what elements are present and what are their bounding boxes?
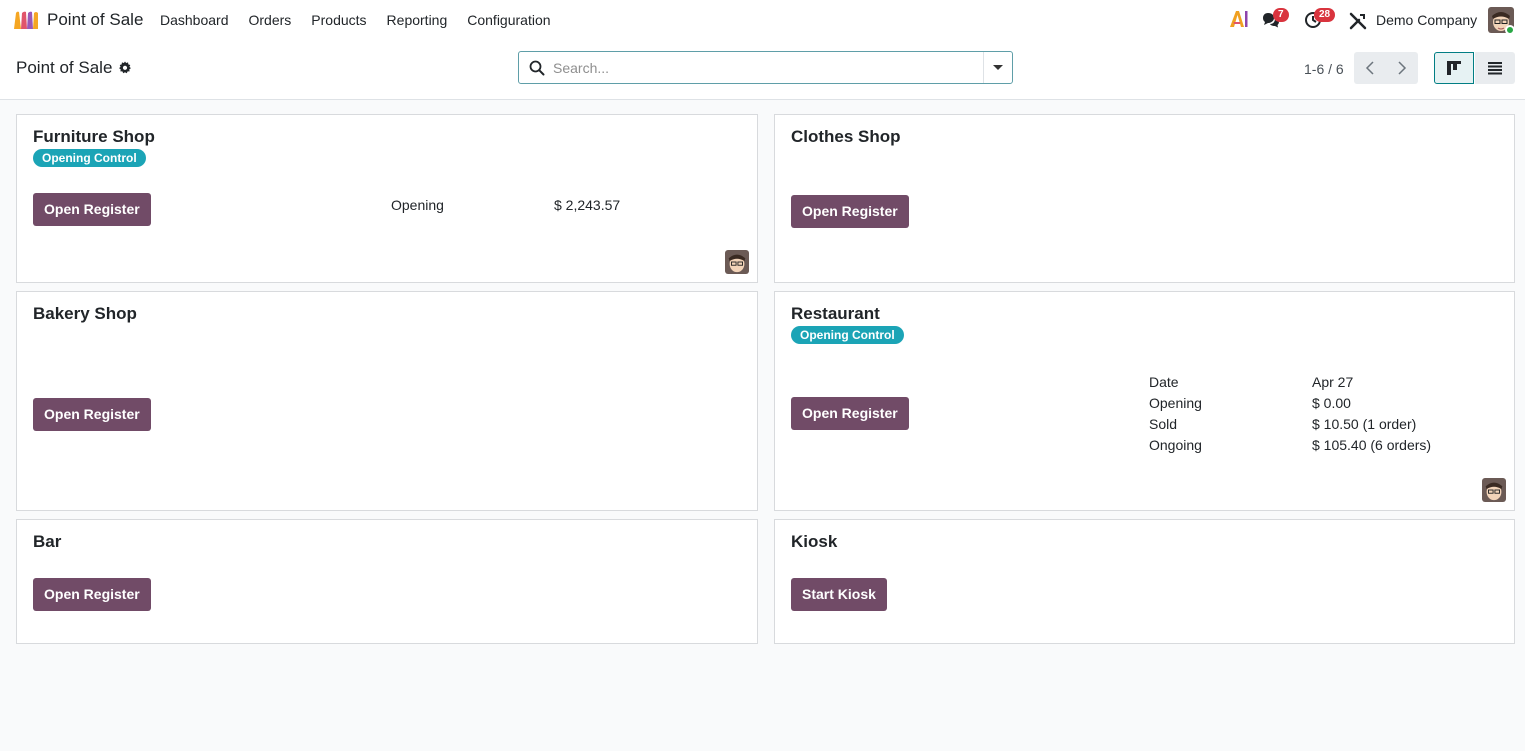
pos-card-restaurant[interactable]: Restaurant Opening Control Open Register… [774, 291, 1515, 511]
stat-label-date: Date [1149, 374, 1179, 390]
pos-card-furniture-shop[interactable]: Furniture Shop Opening Control Open Regi… [16, 114, 758, 283]
status-badge: Opening Control [791, 326, 904, 344]
stat-label-opening: Opening [1149, 395, 1202, 411]
stat-value: $ 2,243.57 [554, 197, 621, 213]
card-title: Clothes Shop [791, 127, 901, 146]
pos-app-icon[interactable] [13, 11, 39, 29]
stat-value-date: Apr 27 [1312, 374, 1354, 390]
breadcrumb: Point of Sale [16, 58, 132, 78]
status-badge: Opening Control [33, 149, 146, 167]
search-icon [529, 60, 545, 75]
pos-card-bakery-shop[interactable]: Bakery Shop Open Register [16, 291, 758, 511]
card-title: Kiosk [791, 532, 838, 551]
card-title: Bakery Shop [33, 304, 137, 323]
app-name[interactable]: Point of Sale [47, 10, 143, 30]
online-status-icon [1505, 25, 1515, 35]
pos-card-bar[interactable]: Bar Open Register [16, 519, 758, 644]
stat-label-ongoing: Ongoing [1149, 437, 1202, 453]
pager-value[interactable]: 1-6 / 6 [1304, 61, 1344, 77]
search-input[interactable] [545, 52, 983, 83]
open-register-button[interactable]: Open Register [33, 578, 151, 611]
stat-label: Opening [391, 197, 444, 213]
company-switcher[interactable]: Demo Company [1376, 12, 1477, 28]
menu-reporting[interactable]: Reporting [377, 12, 458, 28]
control-panel: Point of Sale 1-6 / 6 [0, 40, 1525, 100]
menu-products[interactable]: Products [301, 12, 376, 28]
list-view-button[interactable] [1475, 52, 1515, 84]
menu-orders[interactable]: Orders [239, 12, 302, 28]
stat-value-sold: $ 10.50 (1 order) [1312, 416, 1417, 432]
top-navbar: Point of Sale Dashboard Orders Products … [0, 0, 1525, 40]
pager-next-button[interactable] [1386, 52, 1418, 84]
stat-value-ongoing: $ 105.40 (6 orders) [1312, 437, 1432, 453]
pos-card-clothes-shop[interactable]: Clothes Shop Open Register [774, 114, 1515, 283]
activities-badge: 28 [1314, 8, 1336, 22]
open-register-button[interactable]: Open Register [791, 397, 909, 430]
pos-card-kiosk[interactable]: Kiosk Start Kiosk [774, 519, 1515, 644]
chevron-right-icon [1398, 61, 1407, 75]
stat-value-opening: $ 0.00 [1312, 395, 1351, 411]
kanban-view-button[interactable] [1434, 52, 1474, 84]
list-icon [1488, 62, 1502, 75]
caret-down-icon [993, 65, 1003, 70]
ai-icon[interactable] [1229, 10, 1249, 28]
card-title: Furniture Shop [33, 127, 155, 146]
search-options-toggle[interactable] [983, 52, 1012, 83]
messages-badge: 7 [1273, 8, 1289, 22]
menu-dashboard[interactable]: Dashboard [150, 12, 239, 28]
start-kiosk-button[interactable]: Start Kiosk [791, 578, 887, 611]
user-avatar [1482, 478, 1506, 502]
menu-configuration[interactable]: Configuration [457, 12, 560, 28]
kanban-icon [1447, 61, 1461, 75]
card-title: Bar [33, 532, 62, 551]
open-register-button[interactable]: Open Register [33, 193, 151, 226]
user-avatar [725, 250, 749, 274]
page-title: Point of Sale [16, 58, 113, 77]
gear-icon[interactable] [118, 61, 132, 75]
open-register-button[interactable]: Open Register [33, 398, 151, 431]
stat-label-sold: Sold [1149, 416, 1178, 432]
main-menu: Dashboard Orders Products Reporting Conf… [150, 0, 561, 40]
search-bar [518, 51, 1013, 84]
chevron-left-icon [1365, 61, 1374, 75]
tools-icon[interactable] [1349, 12, 1367, 30]
card-title: Restaurant [791, 304, 880, 323]
open-register-button[interactable]: Open Register [791, 195, 909, 228]
pager-previous-button[interactable] [1354, 52, 1386, 84]
